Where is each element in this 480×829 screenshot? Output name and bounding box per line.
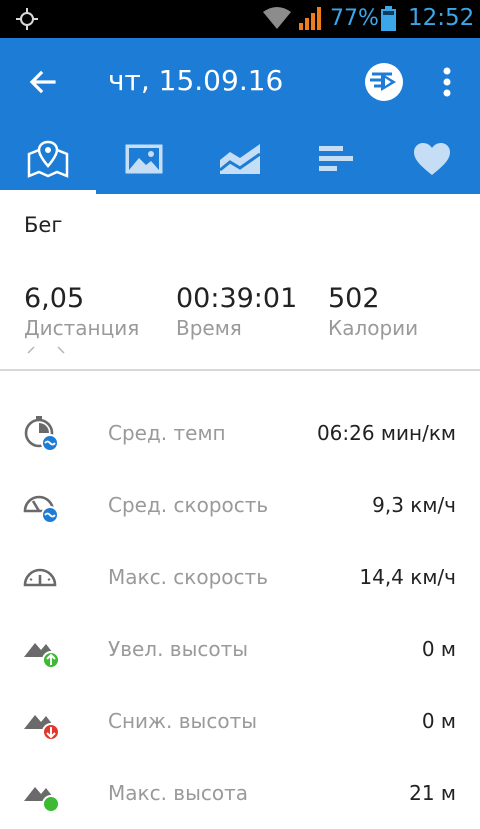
detail-value: 21 м (409, 781, 456, 805)
avg-speed-icon (23, 495, 59, 524)
battery-icon (381, 6, 396, 31)
detail-label: Сниж. высоты (108, 709, 258, 733)
image-icon (125, 144, 163, 174)
stat-value: 00:39:01 (176, 283, 298, 314)
detail-value: 0 м (421, 637, 456, 661)
wifi-icon (263, 7, 291, 29)
detail-label: Макс. скорость (108, 565, 268, 589)
stat-value: 6,05 (24, 283, 85, 314)
detail-label: Сред. темп (108, 421, 226, 445)
tab-active-indicator (0, 190, 96, 194)
detail-value: 14,4 км/ч (359, 565, 456, 589)
detail-row-elevation-loss: Сниж. высоты 0 м (0, 685, 480, 757)
page-title: чт, 15.09.16 (108, 64, 284, 97)
tab-photos[interactable] (96, 124, 192, 194)
detail-label: Увел. высоты (108, 637, 249, 661)
gps-icon (16, 8, 38, 30)
detail-row-elevation-gain: Увел. высоты 0 м (0, 613, 480, 685)
detail-row-max-elevation: Макс. высота 21 м (0, 757, 480, 829)
detail-row-avg-speed: Сред. скорость 9,3 км/ч (0, 469, 480, 541)
activity-type: Бег (24, 213, 63, 237)
signal-icon (299, 7, 321, 30)
stat-label: Калории (328, 316, 419, 340)
heart-icon (414, 143, 450, 175)
detail-value: 9,3 км/ч (372, 493, 456, 517)
detail-label: Макс. высота (108, 781, 249, 805)
expand-chevron-icon[interactable] (26, 343, 66, 355)
arrow-back-icon (29, 70, 56, 94)
stat-calories: 502 Калории (328, 283, 418, 340)
bars-icon (319, 146, 353, 171)
app-bar: чт, 15.09.16 (0, 38, 480, 194)
stat-value: 502 (328, 283, 380, 314)
map-icon (27, 140, 69, 178)
stat-distance: 6,05 Дистанция (24, 283, 139, 340)
detail-value: 0 м (421, 709, 456, 733)
tab-charts[interactable] (192, 124, 288, 194)
back-button[interactable] (20, 60, 64, 104)
chart-icon (219, 144, 261, 174)
detail-row-max-speed: Макс. скорость 14,4 км/ч (0, 541, 480, 613)
battery-percent: 77% (330, 6, 379, 31)
tab-heart[interactable] (384, 124, 480, 194)
stat-time: 00:39:01 Время (176, 283, 297, 340)
elevation-loss-icon (24, 715, 60, 741)
detail-value: 06:26 мин/км (316, 421, 456, 445)
elevation-gain-icon (24, 643, 60, 669)
play-replay-button[interactable] (362, 60, 406, 104)
clock: 12:52 (408, 5, 475, 31)
divider (0, 369, 480, 371)
stat-label: Дистанция (24, 316, 140, 340)
tab-bar (0, 124, 480, 194)
detail-row-avg-pace: Сред. темп 06:26 мин/км (0, 397, 480, 469)
max-elevation-icon (24, 787, 60, 813)
stat-label: Время (176, 316, 242, 340)
more-options-icon[interactable] (432, 60, 462, 104)
avg-pace-icon (24, 416, 59, 452)
max-speed-icon (23, 568, 57, 587)
tab-map[interactable] (0, 124, 96, 194)
status-bar: 77% 12:52 (0, 0, 480, 38)
tab-splits[interactable] (288, 124, 384, 194)
detail-label: Сред. скорость (108, 493, 269, 517)
